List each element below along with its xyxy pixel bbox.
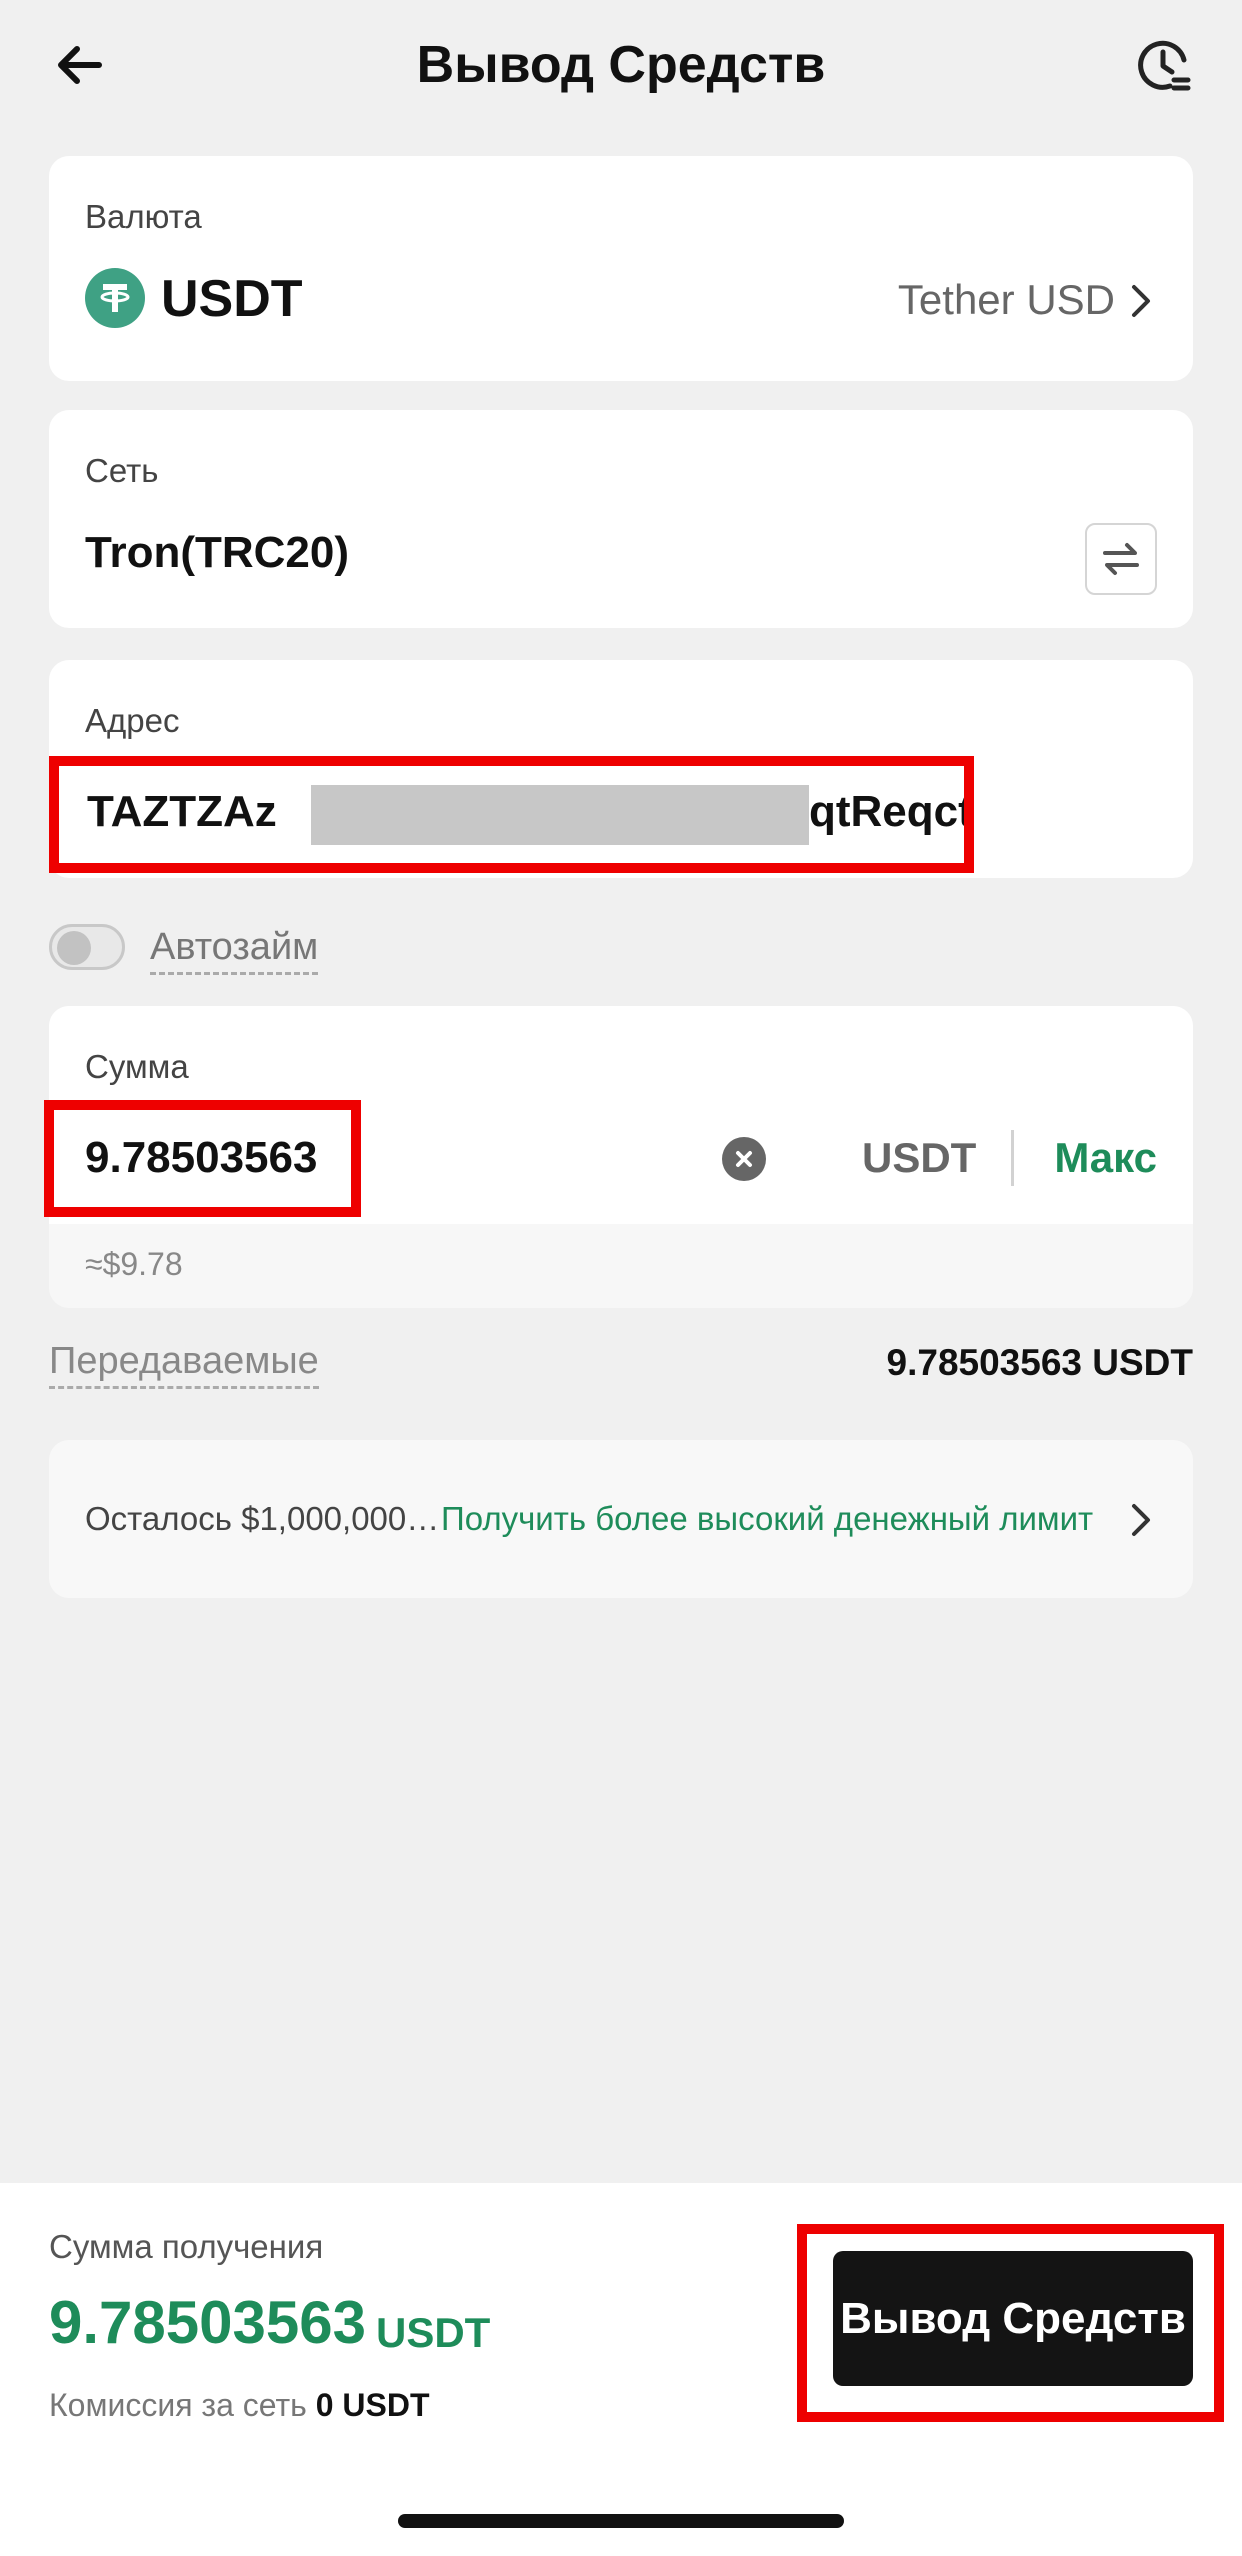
amount-usd-equivalent: ≈$9.78 — [85, 1246, 183, 1282]
address-field[interactable]: Адрес TAZTZAz qtReqct — [49, 660, 1193, 878]
network-selector[interactable]: Сеть Tron(TRC20) — [49, 410, 1193, 628]
withdraw-button[interactable]: Вывод Средств — [833, 2251, 1193, 2386]
network-label: Сеть — [85, 452, 159, 489]
bottom-bar: Сумма получения 9.78503563 USDT Комиссия… — [0, 2183, 1242, 2556]
divider — [1011, 1130, 1014, 1186]
transfer-value: 9.78503563 USDT — [886, 1342, 1193, 1383]
address-highlight-box — [49, 756, 974, 873]
receive-unit: USDT — [376, 2309, 491, 2356]
network-swap-button[interactable] — [1085, 523, 1157, 595]
address-label: Адрес — [85, 702, 180, 739]
limit-banner[interactable]: Осталось $1,000,000… Получить более высо… — [49, 1440, 1193, 1598]
amount-highlight-box — [44, 1100, 361, 1217]
withdraw-screen: Вывод Средств Валюта USDT Tether USD Сет… — [0, 0, 1242, 2556]
currency-label: Валюта — [85, 198, 202, 235]
swap-arrows-icon — [1103, 543, 1139, 575]
currency-selector[interactable]: Валюта USDT Tether USD — [49, 156, 1193, 381]
toggle-knob — [57, 931, 91, 965]
transfer-label[interactable]: Передаваемые — [49, 1336, 319, 1389]
receive-label: Сумма получения — [49, 2228, 324, 2265]
currency-full-name: Tether USD — [897, 276, 1115, 323]
currency-symbol: USDT — [161, 270, 303, 328]
chevron-right-icon — [1123, 1500, 1159, 1540]
transfer-row: Передаваемые 9.78503563 USDT — [49, 1336, 1193, 1392]
home-indicator[interactable] — [398, 2514, 844, 2528]
close-icon — [736, 1151, 752, 1167]
fee-row: Комиссия за сеть 0 USDT — [49, 2387, 430, 2424]
clock-history-icon — [1138, 40, 1191, 91]
amount-card: Сумма 9.78503563 USDT Макс ≈$9.78 — [44, 1006, 1193, 1308]
network-value: Tron(TRC20) — [85, 528, 349, 577]
page-title: Вывод Средств — [416, 36, 826, 94]
autoloan-toggle[interactable] — [49, 924, 125, 970]
autoloan-label[interactable]: Автозайм — [150, 922, 319, 975]
receive-value: 9.78503563 — [49, 2289, 366, 2356]
amount-currency: USDT — [862, 1134, 977, 1181]
fee-value: 0 USDT — [315, 2387, 430, 2423]
limit-remaining: Осталось $1,000,000… — [85, 1500, 440, 1537]
header: Вывод Средств — [0, 0, 1242, 135]
chevron-right-icon — [1123, 281, 1159, 321]
history-button[interactable] — [1128, 30, 1198, 100]
amount-label: Сумма — [85, 1048, 189, 1085]
tether-icon — [85, 268, 145, 328]
max-button[interactable]: Макс — [1054, 1132, 1157, 1184]
fee-label: Комиссия за сеть — [49, 2387, 316, 2423]
clear-amount-button[interactable] — [722, 1137, 766, 1181]
limit-increase-link[interactable]: Получить более высокий денежный лимит — [441, 1495, 1093, 1543]
